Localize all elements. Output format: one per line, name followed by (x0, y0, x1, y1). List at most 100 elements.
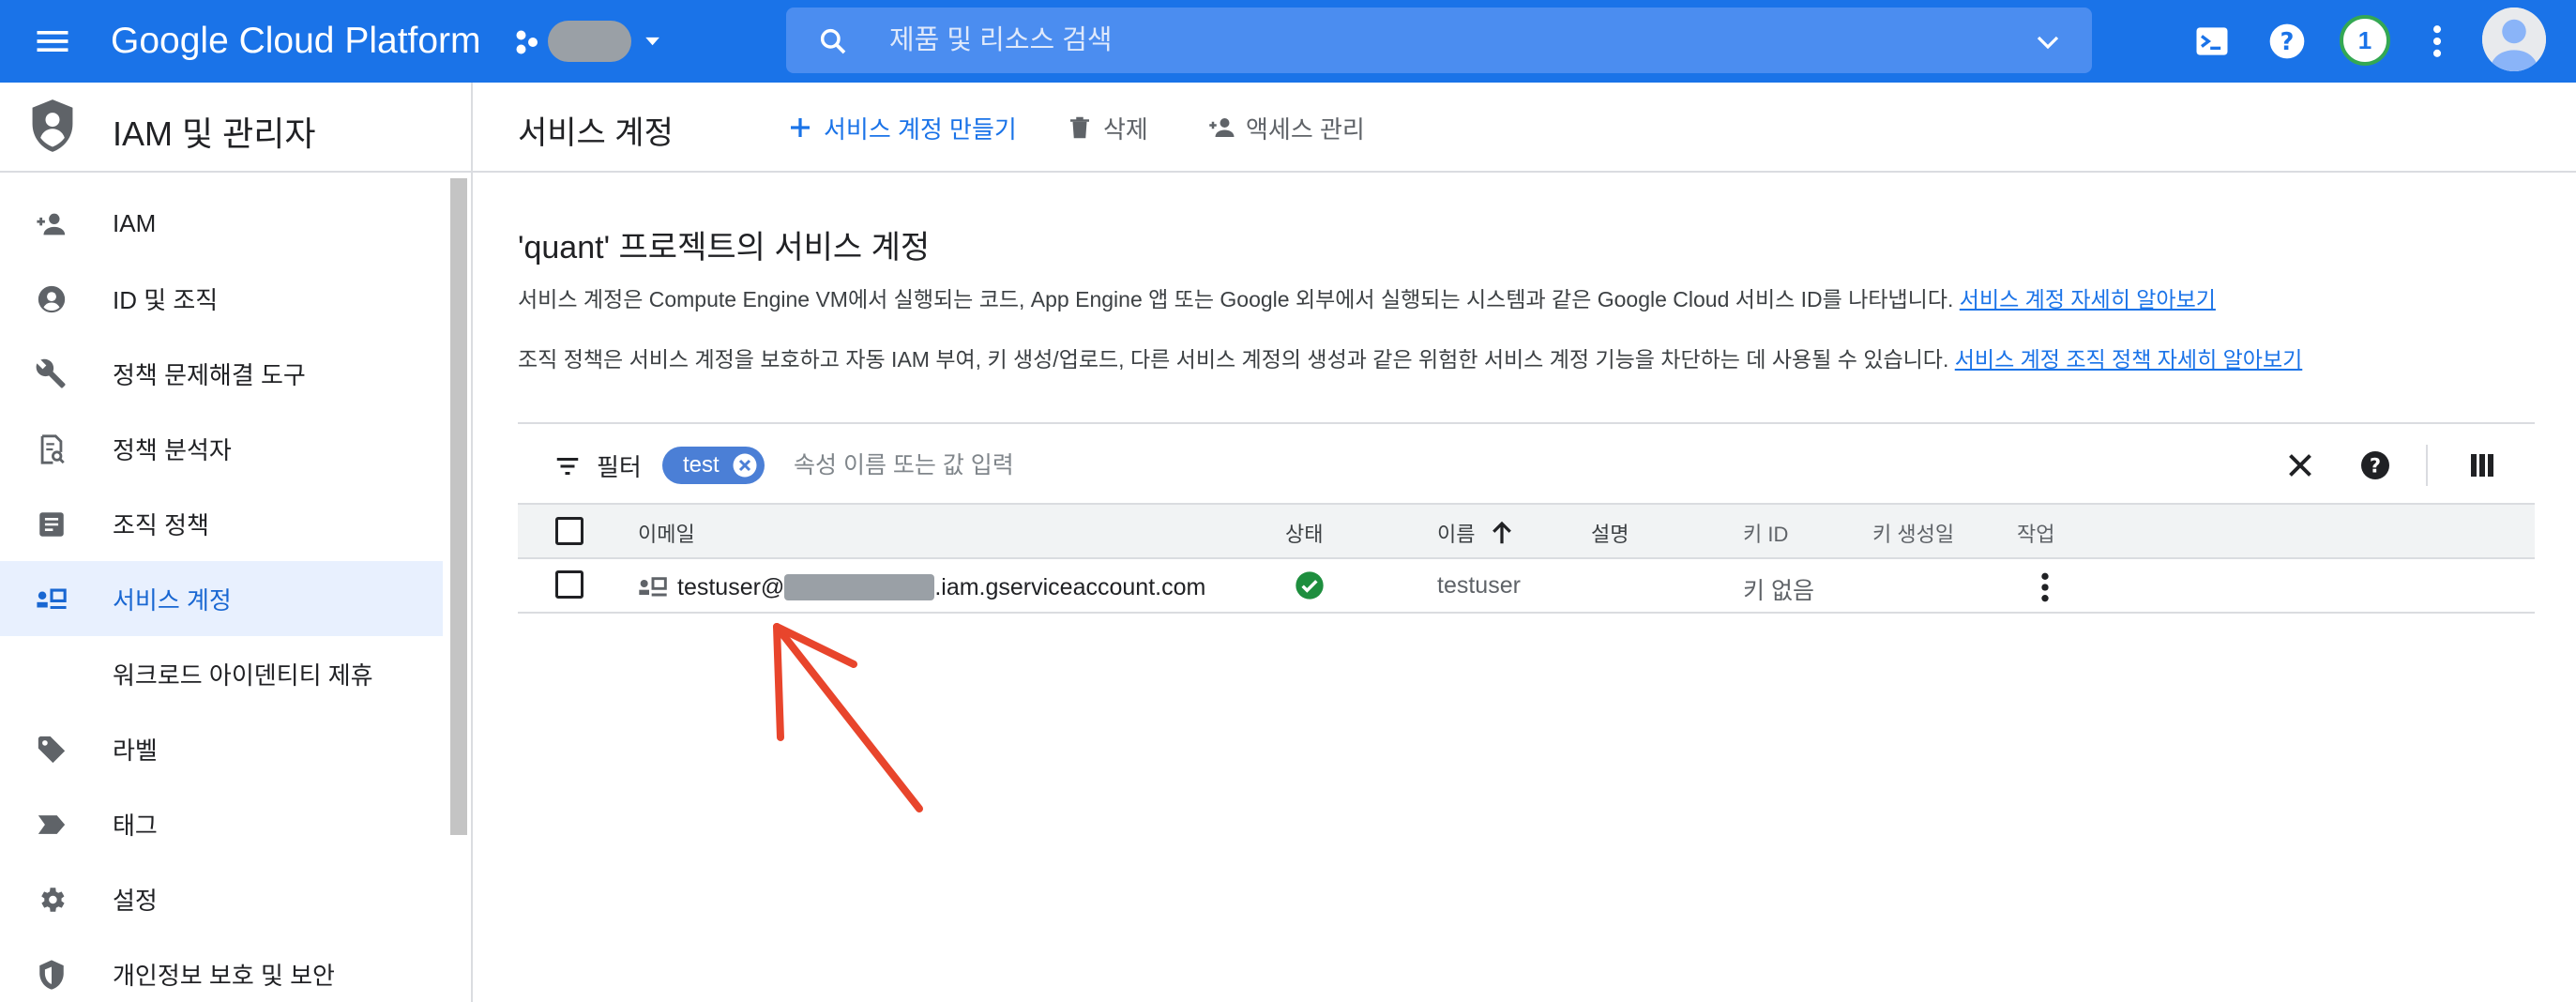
service-account-icon (37, 588, 67, 610)
sidebar-item-workload-identity[interactable]: 워크로드 아이덴티티 제휴 (0, 636, 443, 711)
access-label: 액세스 관리 (1246, 114, 1365, 144)
sidebar-item-policy-troubleshooter[interactable]: 정책 문제해결 도구 (0, 336, 443, 411)
sidebar-item-settings[interactable]: 설정 (0, 861, 443, 936)
nav-title: IAM 및 관리자 (113, 114, 316, 153)
section-title: 'quant' 프로젝트의 서비스 계정 (518, 230, 931, 266)
description-text: 조직 정책은 서비스 계정을 보호하고 자동 IAM 부여, 키 생성/업로드,… (518, 347, 1949, 372)
name-cell: testuser (1437, 572, 1521, 599)
filter-icon[interactable] (553, 452, 582, 480)
column-display-icon[interactable] (2465, 448, 2499, 482)
toolbar-divider (2426, 445, 2428, 486)
brand-title[interactable]: Google Cloud Platform (111, 17, 481, 66)
plus-icon (791, 118, 810, 137)
list-document-icon (39, 512, 64, 537)
column-header-name-label: 이름 (1437, 523, 1476, 546)
chevron-tag-icon (38, 815, 66, 834)
sidebar-item-label: 정책 분석자 (113, 435, 232, 464)
key-id-cell: 키 없음 (1743, 578, 1814, 604)
sidebar-item-label: IAM (113, 208, 157, 237)
sidebar-item-service-accounts[interactable]: 서비스 계정 (0, 561, 443, 636)
sidebar-item-label: 워크로드 아이덴티티 제휴 (113, 660, 373, 690)
sort-arrow-up-icon[interactable] (1488, 519, 1516, 547)
help-icon[interactable]: ? (2266, 21, 2308, 62)
filter-label[interactable]: 필터 (597, 448, 642, 483)
document-search-icon (40, 434, 65, 464)
clear-filter-icon[interactable] (2283, 448, 2317, 482)
help-icon[interactable]: ? (2358, 448, 2392, 482)
row-checkbox[interactable] (555, 570, 583, 599)
sidebar-item-iam[interactable]: IAM (0, 186, 443, 261)
gear-icon (41, 888, 65, 912)
create-service-account-button[interactable]: 서비스 계정 만들기 (786, 111, 1017, 144)
filter-chip[interactable]: test (662, 447, 765, 484)
column-header-key-id[interactable]: 키 ID (1743, 518, 1788, 548)
sidebar-item-label: 조직 정책 (113, 510, 209, 539)
create-label: 서비스 계정 만들기 (824, 114, 1017, 144)
sidebar-item-label: ID 및 조직 (113, 285, 219, 314)
sidebar-item-org-policies[interactable]: 조직 정책 (0, 486, 443, 561)
service-account-icon (639, 577, 667, 597)
sidebar-item-label: 정책 문제해결 도구 (113, 360, 306, 389)
sidebar-item-label: 설정 (113, 886, 158, 915)
email-cell[interactable]: testuser@ .iam.gserviceaccount.com (638, 572, 1205, 602)
delete-button[interactable]: 삭제 (1066, 111, 1148, 144)
email-redacted (784, 574, 935, 600)
column-header-key-created[interactable]: 키 생성일 (1872, 518, 1954, 548)
select-all-checkbox[interactable] (555, 517, 583, 545)
sidebar-item-label: 개인정보 보호 및 보안 (113, 961, 335, 990)
sidebar-item-identity[interactable]: ID 및 조직 (0, 261, 443, 336)
column-header-name[interactable]: 이름 (1437, 518, 1516, 548)
hamburger-menu-icon[interactable] (32, 21, 73, 62)
check-circle-icon (1296, 571, 1324, 600)
column-header-description[interactable]: 설명 (1591, 518, 1629, 548)
delete-label: 삭제 (1103, 114, 1148, 144)
sidebar-item-policy-analyzer[interactable]: 정책 분석자 (0, 411, 443, 486)
page-title: 서비스 계정 (518, 115, 674, 151)
search-icon (820, 28, 846, 54)
notification-badge[interactable]: 1 (2340, 15, 2390, 66)
chip-close-icon[interactable] (731, 451, 759, 479)
description-org-policy: 조직 정책은 서비스 계정을 보호하고 자동 IAM 부여, 키 생성/업로드,… (518, 342, 2302, 373)
svg-text:?: ? (2281, 28, 2295, 56)
table-header: 이메일 상태 이름 설명 키 ID 키 생성일 작업 (518, 503, 2535, 559)
chevron-down-icon[interactable] (2034, 28, 2062, 56)
chip-label: test (683, 452, 720, 478)
sidebar-item-labels[interactable]: 라벨 (0, 711, 443, 786)
filter-bar: 필터 test ? (518, 422, 2535, 503)
sidebar-item-label: 태그 (113, 811, 158, 840)
top-app-bar: Google Cloud Platform ? 1 (0, 0, 2576, 83)
column-header-actions: 작업 (2017, 523, 2055, 546)
person-icon (2482, 8, 2546, 71)
more-vert-icon[interactable] (2417, 21, 2458, 62)
email-prefix: testuser@ (677, 573, 785, 600)
filter-input[interactable] (794, 445, 1638, 486)
account-circle-icon (38, 285, 66, 313)
learn-more-link[interactable]: 서비스 계정 자세히 알아보기 (1960, 287, 2216, 311)
tag-icon (38, 736, 66, 764)
search-bar[interactable] (786, 8, 2092, 73)
nav-header: IAM 및 관리자 (0, 83, 471, 173)
cloud-shell-icon[interactable] (2191, 21, 2233, 62)
sidebar-item-label: 라벨 (113, 736, 158, 765)
sidebar-item-label: 서비스 계정 (113, 585, 232, 615)
person-add-icon (37, 213, 66, 235)
caret-down-icon (645, 37, 659, 46)
trash-icon (1070, 116, 1089, 139)
iam-shield-icon (32, 99, 73, 152)
more-vert-icon[interactable] (2026, 569, 2064, 606)
left-navigation: IAM 및 관리자 IAM ID 및 조직 정책 문제해결 도구 정책 분석자 … (0, 83, 473, 1002)
column-header-status[interactable]: 상태 (1285, 518, 1323, 548)
search-input[interactable] (889, 17, 1977, 64)
sidebar-item-privacy-security[interactable]: 개인정보 보호 및 보안 (0, 936, 443, 1002)
project-selector[interactable] (514, 19, 664, 64)
shield-icon (39, 960, 64, 990)
status-cell (1295, 570, 1325, 600)
org-policy-learn-more-link[interactable]: 서비스 계정 조직 정책 자세히 알아보기 (1955, 347, 2303, 372)
sidebar-item-tags[interactable]: 태그 (0, 786, 443, 861)
column-header-email[interactable]: 이메일 (638, 518, 695, 548)
manage-access-button[interactable]: 액세스 관리 (1208, 111, 1365, 144)
person-add-icon (1209, 118, 1235, 137)
project-name-redacted (548, 21, 631, 62)
account-avatar[interactable] (2482, 8, 2546, 71)
nav-scrollbar[interactable] (450, 178, 467, 835)
